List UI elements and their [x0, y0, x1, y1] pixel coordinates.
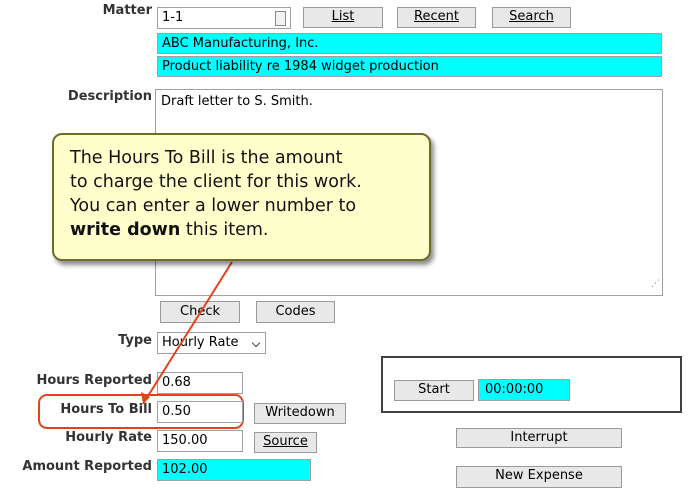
writedown-button[interactable]: Writedown: [254, 403, 346, 424]
hours-reported-label: Hours Reported: [36, 373, 152, 388]
list-button[interactable]: List: [303, 7, 383, 28]
matter-value: 1-1: [162, 10, 184, 25]
new-expense-button[interactable]: New Expense: [456, 466, 622, 488]
callout-line-3: You can enter a lower number to: [70, 196, 357, 216]
matter-description: Product liability re 1984 widget product…: [162, 59, 439, 74]
hours-to-bill-value: 0.50: [162, 404, 191, 419]
description-label: Description: [67, 89, 152, 104]
chevron-down-icon: [251, 338, 261, 348]
codes-button[interactable]: Codes: [256, 301, 335, 323]
client-name: ABC Manufacturing, Inc.: [162, 36, 319, 51]
callout-bold: write down: [70, 220, 181, 240]
recent-button[interactable]: Recent: [397, 7, 476, 28]
callout-line-2: to charge the client for this work.: [70, 172, 362, 192]
amount-reported-value: 102.00: [162, 462, 208, 477]
hourly-rate-value: 150.00: [162, 433, 208, 448]
matter-input[interactable]: 1-1: [157, 7, 291, 29]
type-label: Type: [118, 333, 152, 348]
hours-to-bill-label: Hours To Bill: [60, 402, 152, 417]
hourly-rate-label: Hourly Rate: [65, 430, 152, 445]
callout-line-4: write down this item.: [70, 218, 413, 242]
client-name-field: ABC Manufacturing, Inc.: [157, 33, 662, 54]
help-callout: The Hours To Bill is the amount to charg…: [52, 133, 431, 261]
callout-tail: this item.: [180, 220, 269, 240]
type-select[interactable]: Hourly Rate: [157, 332, 266, 354]
matter-lookup-icon[interactable]: [275, 11, 286, 26]
resize-grip-icon[interactable]: ⋰: [651, 275, 660, 293]
timer-value: 00:00:00: [485, 382, 544, 397]
hours-reported-value: 0.68: [162, 375, 191, 390]
matter-label: Matter: [102, 3, 152, 18]
start-button[interactable]: Start: [394, 380, 474, 401]
source-button[interactable]: Source: [254, 432, 317, 453]
callout-line-1: The Hours To Bill is the amount: [70, 148, 343, 168]
search-button[interactable]: Search: [492, 7, 571, 28]
matter-description-field: Product liability re 1984 widget product…: [157, 56, 662, 77]
hours-reported-field[interactable]: 0.68: [157, 372, 243, 394]
hours-to-bill-input[interactable]: 0.50: [157, 401, 243, 423]
amount-reported-label: Amount Reported: [22, 459, 152, 474]
description-text: Draft letter to S. Smith.: [161, 94, 313, 109]
hourly-rate-input[interactable]: 150.00: [157, 430, 243, 452]
amount-reported-field: 102.00: [157, 459, 311, 481]
interrupt-button[interactable]: Interrupt: [456, 428, 622, 448]
timer-display: 00:00:00: [478, 379, 570, 401]
check-button[interactable]: Check: [160, 301, 240, 323]
type-value: Hourly Rate: [162, 335, 239, 350]
